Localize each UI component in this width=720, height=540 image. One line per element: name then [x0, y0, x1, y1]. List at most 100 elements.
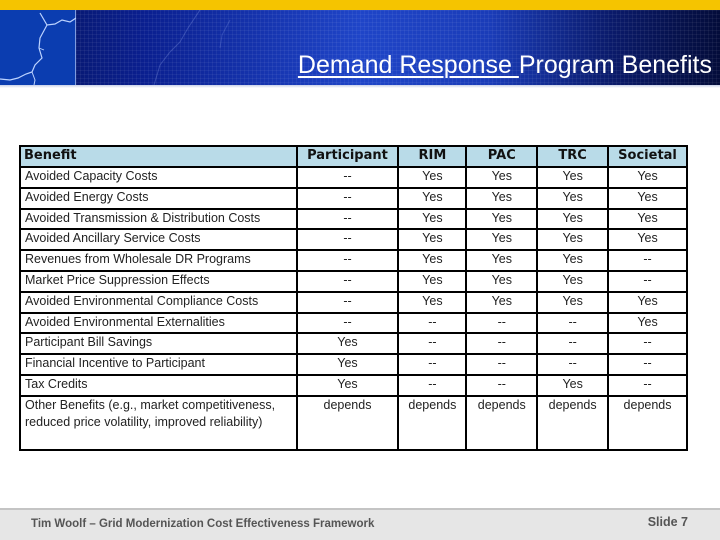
cell-benefit: Avoided Environmental Compliance Costs — [19, 290, 298, 314]
cell-benefit: Other Benefits (e.g., market competitive… — [19, 394, 298, 451]
cell-benefit: Revenues from Wholesale DR Programs — [19, 249, 298, 272]
cell-societal: -- — [607, 373, 688, 397]
cell-trc: Yes — [536, 228, 610, 252]
cell-rim: Yes — [397, 166, 468, 189]
cell-pac: Yes — [465, 186, 539, 210]
page-title: Demand Response Program Benefits — [298, 50, 712, 80]
cell-trc: -- — [536, 353, 610, 376]
cell-benefit: Participant Bill Savings — [19, 332, 298, 356]
table-row: Revenues from Wholesale DR Programs -- Y… — [19, 249, 688, 272]
table-row: Tax Credits Yes -- -- Yes -- — [19, 373, 688, 397]
cell-pac: -- — [465, 332, 539, 356]
column-header-participant: Participant — [295, 145, 400, 168]
cell-benefit: Avoided Capacity Costs — [19, 166, 298, 189]
cell-participant: -- — [295, 290, 400, 314]
cell-societal: Yes — [607, 207, 688, 231]
cell-participant: -- — [295, 269, 400, 293]
cell-societal: Yes — [607, 311, 688, 335]
cell-participant: -- — [295, 311, 400, 335]
benefits-table: Benefit Participant RIM PAC TRC Societal… — [19, 145, 688, 451]
accent-strip — [0, 0, 720, 10]
cell-participant: Yes — [295, 332, 400, 356]
table-header-row: Benefit Participant RIM PAC TRC Societal — [19, 145, 688, 168]
table-row: Avoided Capacity Costs -- Yes Yes Yes Ye… — [19, 166, 688, 189]
column-header-trc: TRC — [536, 145, 610, 168]
table-row: Avoided Environmental Compliance Costs -… — [19, 290, 688, 314]
cell-societal: -- — [607, 249, 688, 272]
cell-trc: Yes — [536, 207, 610, 231]
cell-societal: Yes — [607, 228, 688, 252]
footer-author-text: Tim Woolf – Grid Modernization Cost Effe… — [31, 518, 375, 530]
banner-logo-square — [0, 10, 77, 85]
cell-benefit: Market Price Suppression Effects — [19, 269, 298, 293]
cell-rim: -- — [397, 373, 468, 397]
cell-rim: -- — [397, 332, 468, 356]
cell-rim: Yes — [397, 207, 468, 231]
banner-shadow — [0, 85, 720, 88]
cell-benefit: Tax Credits — [19, 373, 298, 397]
cell-pac: Yes — [465, 249, 539, 272]
cell-rim: depends — [397, 394, 468, 451]
cell-benefit: Financial Incentive to Participant — [19, 353, 298, 376]
column-header-societal: Societal — [607, 145, 688, 168]
table-row: Avoided Environmental Externalities -- -… — [19, 311, 688, 335]
cell-societal: -- — [607, 269, 688, 293]
cell-benefit: Avoided Environmental Externalities — [19, 311, 298, 335]
table-row: Other Benefits (e.g., market competitive… — [19, 394, 688, 451]
cell-trc: Yes — [536, 269, 610, 293]
cell-rim: -- — [397, 353, 468, 376]
table-row: Financial Incentive to Participant Yes -… — [19, 353, 688, 376]
cell-trc: Yes — [536, 249, 610, 272]
cell-societal: depends — [607, 394, 688, 451]
cell-benefit: Avoided Ancillary Service Costs — [19, 228, 298, 252]
lightning-decoration-icon — [153, 10, 231, 85]
cell-trc: Yes — [536, 186, 610, 210]
table-row: Market Price Suppression Effects -- Yes … — [19, 269, 688, 293]
cell-participant: -- — [295, 249, 400, 272]
cell-benefit: Avoided Energy Costs — [19, 186, 298, 210]
cell-societal: Yes — [607, 166, 688, 189]
cell-participant: -- — [295, 228, 400, 252]
cell-pac: -- — [465, 353, 539, 376]
slide-number: Slide 7 — [647, 515, 688, 529]
cell-participant: Yes — [295, 373, 400, 397]
cell-societal: Yes — [607, 290, 688, 314]
lightning-icon — [0, 12, 77, 85]
column-header-pac: PAC — [465, 145, 539, 168]
cell-participant: Yes — [295, 353, 400, 376]
cell-trc: Yes — [536, 290, 610, 314]
cell-pac: depends — [465, 394, 539, 451]
cell-participant: -- — [295, 186, 400, 210]
cell-benefit: Avoided Transmission & Distribution Cost… — [19, 207, 298, 231]
cell-trc: Yes — [536, 166, 610, 189]
cell-rim: Yes — [397, 290, 468, 314]
cell-pac: -- — [465, 373, 539, 397]
cell-pac: Yes — [465, 290, 539, 314]
column-header-benefit: Benefit — [19, 145, 298, 168]
table-row: Avoided Energy Costs -- Yes Yes Yes Yes — [19, 186, 688, 210]
cell-participant: depends — [295, 394, 400, 451]
cell-pac: Yes — [465, 207, 539, 231]
cell-societal: -- — [607, 332, 688, 356]
cell-rim: Yes — [397, 228, 468, 252]
cell-rim: Yes — [397, 249, 468, 272]
cell-pac: Yes — [465, 228, 539, 252]
cell-participant: -- — [295, 207, 400, 231]
cell-trc: -- — [536, 311, 610, 335]
cell-rim: Yes — [397, 186, 468, 210]
cell-pac: Yes — [465, 166, 539, 189]
cell-societal: -- — [607, 353, 688, 376]
cell-rim: -- — [397, 311, 468, 335]
cell-trc: -- — [536, 332, 610, 356]
slide-footer: Tim Woolf – Grid Modernization Cost Effe… — [0, 508, 720, 540]
table-row: Avoided Transmission & Distribution Cost… — [19, 207, 688, 231]
page-title-underlined: Demand Response — [297, 51, 519, 79]
page-title-rest: Program Benefits — [518, 51, 712, 79]
cell-participant: -- — [295, 166, 400, 189]
cell-trc: depends — [536, 394, 610, 451]
cell-rim: Yes — [397, 269, 468, 293]
cell-pac: -- — [465, 311, 539, 335]
cell-societal: Yes — [607, 186, 688, 210]
column-header-rim: RIM — [397, 145, 468, 168]
table-row: Participant Bill Savings Yes -- -- -- -- — [19, 332, 688, 356]
